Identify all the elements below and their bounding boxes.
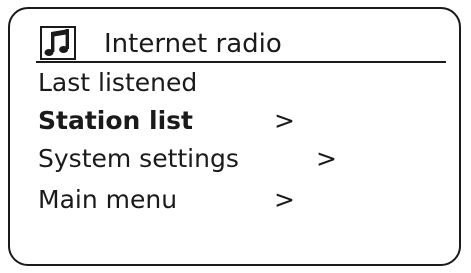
chevron-right-icon: > xyxy=(274,106,295,135)
menu-item-main-menu[interactable]: Main menu > xyxy=(38,181,438,219)
menu-item-label: Station list xyxy=(38,106,193,135)
menu-item-last-listened[interactable]: Last listened xyxy=(38,64,438,102)
menu-item-label: Main menu xyxy=(38,185,178,214)
title-divider xyxy=(36,61,446,63)
title-bar: Internet radio xyxy=(10,9,459,61)
menu-item-station-list[interactable]: Station list > xyxy=(38,102,438,140)
music-note-icon xyxy=(40,26,76,60)
menu-item-system-settings[interactable]: System settings > xyxy=(38,140,438,178)
page-title: Internet radio xyxy=(104,29,282,59)
menu-item-label: System settings xyxy=(38,144,239,173)
chevron-right-icon: > xyxy=(274,185,295,214)
menu-item-label: Last listened xyxy=(38,68,198,97)
radio-display: Internet radio Last listened Station lis… xyxy=(8,7,461,266)
chevron-right-icon: > xyxy=(316,144,337,173)
